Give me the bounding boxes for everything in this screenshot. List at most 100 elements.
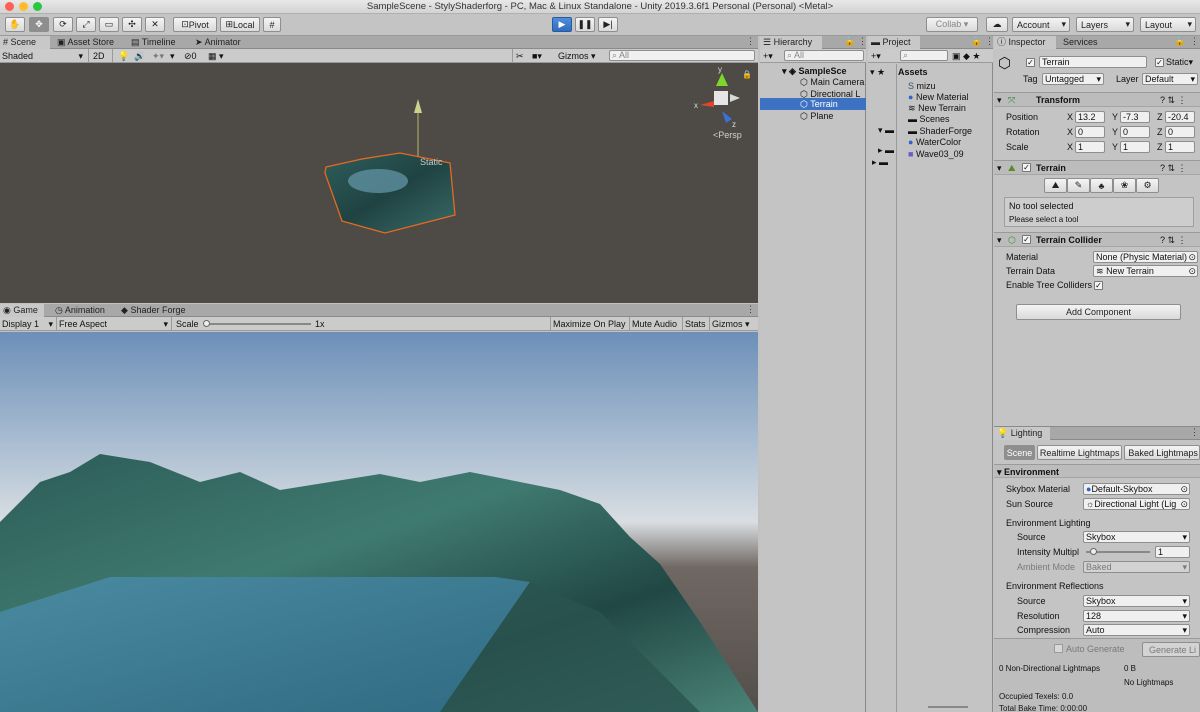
tree-colliders-checkbox[interactable]: ✓ xyxy=(1094,281,1103,290)
asset-item[interactable]: ● WaterColor xyxy=(908,136,992,148)
transform-y-input[interactable]: -7.3 xyxy=(1120,111,1150,123)
scale-slider-track[interactable] xyxy=(205,323,311,325)
hand-tool-icon[interactable]: ✋ xyxy=(5,17,25,32)
maximize-on-play-toggle[interactable]: Maximize On Play xyxy=(553,318,627,330)
tab-inspector[interactable]: ⓘ Inspector xyxy=(994,36,1056,49)
move-gizmo-y-arrow[interactable] xyxy=(414,99,422,113)
chevron-down-icon[interactable]: ▾ xyxy=(170,50,180,62)
terrain-collider-header[interactable]: ▾ ⬡ ✓ Terrain Collider ? ⇅ ⋮ xyxy=(994,232,1200,247)
settings-gear-icon[interactable]: ⚙ xyxy=(1136,178,1159,193)
component-menu-icons[interactable]: ? ⇅ ⋮ xyxy=(1160,234,1200,246)
object-picker-icon[interactable]: ⊙ xyxy=(1180,484,1188,494)
project-search-input[interactable]: ⌕ xyxy=(900,50,948,61)
object-picker-icon[interactable]: ⊙ xyxy=(1188,252,1196,262)
layers-dropdown[interactable]: Layers ▾ xyxy=(1076,17,1134,32)
custom-tool-icon[interactable]: ✕ xyxy=(145,17,165,32)
auto-generate-checkbox[interactable] xyxy=(1054,644,1063,653)
layout-dropdown[interactable]: Layout ▾ xyxy=(1140,17,1196,32)
add-component-button[interactable]: Add Component xyxy=(1016,304,1181,320)
grid-snap-icon[interactable]: # xyxy=(263,17,281,32)
transform-z-input[interactable]: 0 xyxy=(1165,126,1195,138)
object-picker-icon[interactable]: ⊙ xyxy=(1188,266,1196,276)
hierarchy-item[interactable]: ⬡ Plane xyxy=(800,110,866,122)
sun-source-field[interactable]: ☼Directional Light (Lig ⊙ xyxy=(1083,498,1190,510)
detail-icon[interactable]: ❀ xyxy=(1113,178,1136,193)
mute-audio-toggle[interactable]: Mute Audio xyxy=(632,318,680,330)
transform-y-input[interactable]: 1 xyxy=(1120,141,1150,153)
skybox-material-field[interactable]: ●Default-Skybox ⊙ xyxy=(1083,483,1190,495)
audio-toggle-icon[interactable]: 🔊 xyxy=(134,50,144,62)
lighting-tab-realtime[interactable]: Realtime Lightmaps xyxy=(1037,445,1123,460)
tab-lighting[interactable]: 💡 Lighting xyxy=(994,427,1050,440)
generate-lighting-button[interactable]: Generate Li xyxy=(1142,642,1200,657)
move-tool-icon[interactable]: ✥ xyxy=(29,17,49,32)
transform-y-input[interactable]: 0 xyxy=(1120,126,1150,138)
lighting-tab-scene[interactable]: Scene xyxy=(1004,445,1036,460)
favorites-star-icon[interactable]: ▾ ★ xyxy=(870,66,894,78)
hierarchy-item-selected[interactable]: ⬡ Terrain xyxy=(760,98,866,110)
lighting-toggle-icon[interactable]: 💡 xyxy=(118,50,128,62)
folder-tree-assets[interactable]: ▾ ▬ xyxy=(878,124,896,136)
static-dropdown[interactable]: Static▾ xyxy=(1166,56,1200,68)
tree-icon[interactable]: ♣ xyxy=(1090,178,1113,193)
game-gizmos-dropdown[interactable]: Gizmos ▾ xyxy=(712,318,756,330)
assets-root[interactable]: Assets xyxy=(898,66,992,78)
create-dropdown[interactable]: +▾ xyxy=(871,50,889,62)
object-name-input[interactable]: Terrain xyxy=(1039,56,1147,68)
create-dropdown[interactable]: +▾ xyxy=(763,50,781,62)
transform-z-input[interactable]: -20.4 xyxy=(1165,111,1195,123)
step-button[interactable]: ▶| xyxy=(598,17,618,32)
filter-icons[interactable]: ▣ ◆ ★ xyxy=(952,50,992,62)
intensity-input[interactable]: 1 xyxy=(1155,546,1190,558)
ambient-mode-dropdown[interactable]: Baked ▾ xyxy=(1083,561,1190,573)
physic-material-field[interactable]: None (Physic Material) ⊙ xyxy=(1093,251,1198,263)
intensity-slider-thumb[interactable] xyxy=(1090,548,1097,555)
lighting-tab-baked[interactable]: Baked Lightmaps xyxy=(1124,445,1200,460)
game-view[interactable] xyxy=(0,332,758,712)
asset-item[interactable]: ▬ Scenes xyxy=(908,113,992,125)
transform-x-input[interactable]: 0 xyxy=(1075,126,1105,138)
camera-icon[interactable]: ■▾ xyxy=(532,50,552,62)
refl-source-dropdown[interactable]: Skybox ▾ xyxy=(1083,595,1190,607)
effects-toggle-icon[interactable]: ✦▾ xyxy=(152,50,166,62)
hidden-objects-toggle[interactable]: ⊘0 xyxy=(184,50,204,62)
hierarchy-search-input[interactable]: ⌕ All xyxy=(784,50,864,61)
terrain-data-field[interactable]: ≋ New Terrain ⊙ xyxy=(1093,265,1198,277)
paint-terrain-icon[interactable]: ⛰ xyxy=(1044,178,1067,193)
scene-search-input[interactable]: ⌕ All xyxy=(609,50,755,61)
scale-slider-thumb[interactable] xyxy=(203,320,210,327)
brush-icon[interactable]: ✎ xyxy=(1067,178,1090,193)
account-dropdown[interactable]: Account ▾ xyxy=(1012,17,1070,32)
tab-asset-store[interactable]: ▣ Asset Store xyxy=(54,36,126,49)
play-button[interactable]: ▶ xyxy=(552,17,572,32)
tab-scene[interactable]: # Scene xyxy=(0,36,50,49)
transform-x-input[interactable]: 13.2 xyxy=(1075,111,1105,123)
lock-icon[interactable]: 🔒 xyxy=(971,36,982,47)
tab-animation[interactable]: ◷ Animation xyxy=(52,304,110,317)
persp-label[interactable]: <Persp xyxy=(713,130,742,140)
scene-view[interactable]: Static y x z <Persp 🔒 xyxy=(0,63,758,303)
tab-project[interactable]: ▬ Project xyxy=(868,36,920,49)
gizmos-dropdown[interactable]: Gizmos ▾ xyxy=(558,50,604,62)
transform-x-input[interactable]: 1 xyxy=(1075,141,1105,153)
scale-tool-icon[interactable]: ⤢ xyxy=(76,17,96,32)
hierarchy-item[interactable]: ⬡ Main Camera xyxy=(800,76,866,88)
water-plane-object[interactable] xyxy=(348,169,408,193)
stats-toggle[interactable]: Stats xyxy=(685,318,709,330)
grid-toggle-icon[interactable]: ▦ ▾ xyxy=(208,50,230,62)
env-source-dropdown[interactable]: Skybox ▾ xyxy=(1083,531,1190,543)
component-menu-icons[interactable]: ? ⇅ ⋮ xyxy=(1160,162,1200,174)
kebab-menu-icon[interactable]: ⋮ xyxy=(858,36,867,47)
pause-button[interactable]: ❚❚ xyxy=(575,17,595,32)
collider-enabled-checkbox[interactable]: ✓ xyxy=(1022,235,1031,244)
pivot-toggle[interactable]: ⊡ Pivot xyxy=(173,17,217,32)
rotate-tool-icon[interactable]: ⟳ xyxy=(53,17,73,32)
kebab-menu-icon[interactable]: ⋮ xyxy=(985,36,994,47)
environment-header[interactable]: ▾ Environment xyxy=(994,464,1200,478)
asset-item[interactable]: ■ Wave03_09 xyxy=(908,148,992,160)
tab-hierarchy[interactable]: ☰ Hierarchy xyxy=(760,36,822,49)
lock-icon[interactable]: 🔒 xyxy=(742,70,752,79)
static-checkbox[interactable]: ✓ xyxy=(1155,58,1164,67)
lock-icon[interactable]: 🔒 xyxy=(1174,36,1185,47)
kebab-menu-icon[interactable]: ⋮ xyxy=(1190,427,1199,438)
